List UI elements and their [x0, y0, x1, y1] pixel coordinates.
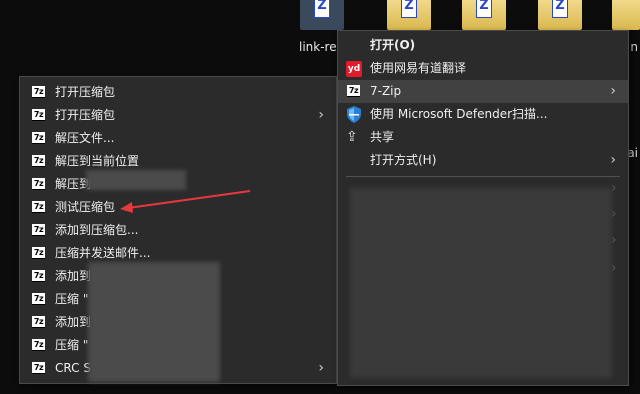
annotation-arrow [120, 190, 251, 213]
